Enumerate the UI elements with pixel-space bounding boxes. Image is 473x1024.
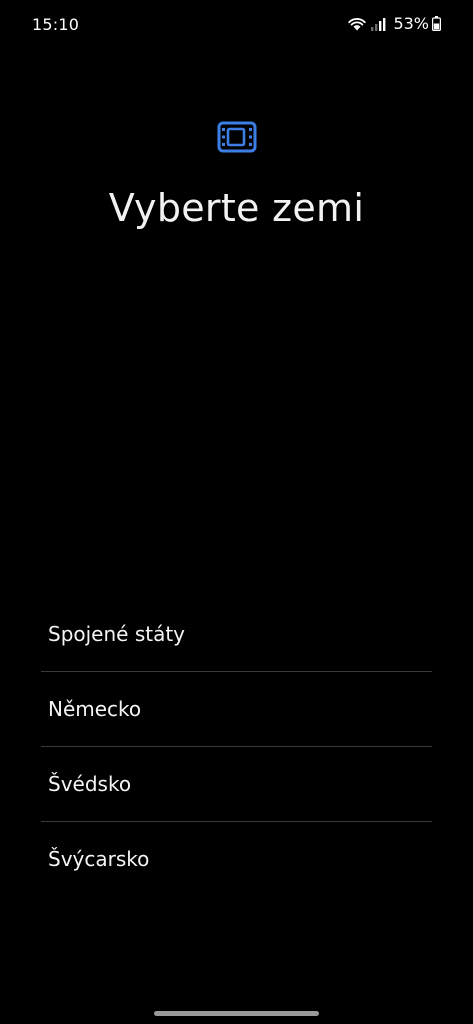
page-title: Vyberte zemi [108,186,365,230]
status-icons: 53% [347,14,441,33]
status-time: 15:10 [32,15,80,34]
wifi-icon [348,17,367,30]
country-list: Spojené státy Německo Švédsko Švýcarsko [41,597,432,896]
film-icon [217,121,257,153]
country-item-germany[interactable]: Německo [41,672,432,747]
country-item-sweden[interactable]: Švédsko [41,747,432,822]
battery-percent: 53% [393,14,429,33]
home-indicator[interactable] [154,1011,319,1016]
country-item-switzerland[interactable]: Švýcarsko [41,822,432,896]
country-item-united-states[interactable]: Spojené státy [41,597,432,672]
battery-icon [432,16,441,31]
status-bar: 15:10 53% [0,0,473,50]
signal-icon [371,17,386,31]
